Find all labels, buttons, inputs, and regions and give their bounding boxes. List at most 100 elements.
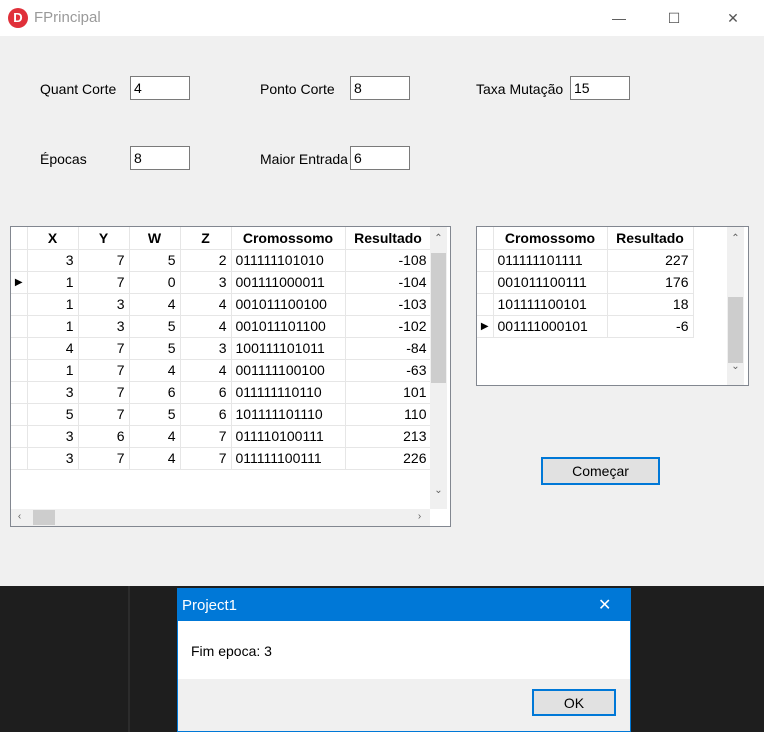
table-cell[interactable]: 001111000101 (493, 315, 608, 338)
table-cell[interactable]: -84 (345, 337, 432, 360)
table-cell[interactable]: 2 (180, 249, 232, 272)
table-cell[interactable]: 7 (78, 249, 130, 272)
quant-corte-input[interactable] (130, 76, 190, 100)
column-header[interactable]: Z (180, 227, 232, 250)
table-cell[interactable]: 7 (180, 447, 232, 470)
table-row[interactable]: 001011100111 176 (477, 271, 694, 294)
table-cell[interactable]: 100111101011 (231, 337, 346, 360)
table-row[interactable]: 1 3 4 4 001011100100 -103 (11, 293, 432, 316)
table-cell[interactable]: 4 (129, 293, 181, 316)
column-header[interactable]: Resultado (345, 227, 432, 250)
scroll-up-icon[interactable]: ⌃ (727, 233, 744, 244)
scroll-right-icon[interactable]: › (411, 511, 428, 522)
table-cell[interactable]: 3 (180, 271, 232, 294)
table-cell[interactable]: 001011101100 (231, 315, 346, 338)
table-cell[interactable]: 3 (27, 425, 79, 448)
table-cell[interactable]: 3 (27, 447, 79, 470)
table-cell[interactable]: 001011100100 (231, 293, 346, 316)
table-cell[interactable]: 1 (27, 293, 79, 316)
table-cell[interactable]: 3 (180, 337, 232, 360)
ok-button[interactable]: OK (532, 689, 616, 716)
table-cell[interactable]: 6 (180, 381, 232, 404)
table-cell[interactable]: 4 (129, 359, 181, 382)
column-header[interactable]: Resultado (607, 227, 694, 250)
table-cell[interactable]: 3 (27, 249, 79, 272)
table-cell[interactable]: 101111101110 (231, 403, 346, 426)
table-cell[interactable]: 4 (129, 447, 181, 470)
table-row[interactable]: ▶ 1 7 0 3 001111000011 -104 (11, 271, 432, 294)
table-cell[interactable]: 011111101111 (493, 249, 608, 272)
table-cell[interactable]: 3 (27, 381, 79, 404)
table-cell[interactable]: 011111101010 (231, 249, 346, 272)
table-cell[interactable]: 7 (78, 403, 130, 426)
maximize-button[interactable]: ☐ (651, 0, 697, 36)
dialog-close-icon[interactable]: ✕ (598, 595, 611, 615)
table-cell[interactable]: 001111100100 (231, 359, 346, 382)
table-row[interactable]: 3 7 4 7 011111100111 226 (11, 447, 432, 470)
horizontal-scrollbar[interactable]: ‹ › (11, 509, 430, 526)
table-row[interactable]: 5 7 5 6 101111101110 110 (11, 403, 432, 426)
population-grid[interactable]: X Y W Z Cromossomo Resultado 3 7 5 2 011111101010… (10, 226, 451, 527)
table-cell[interactable]: 5 (129, 337, 181, 360)
vertical-scrollbar[interactable]: ⌃ ⌄ (430, 227, 447, 509)
table-cell[interactable]: -104 (345, 271, 432, 294)
table-cell[interactable]: 5 (129, 315, 181, 338)
column-header[interactable]: X (27, 227, 79, 250)
epocas-input[interactable] (130, 146, 190, 170)
table-cell[interactable]: 0 (129, 271, 181, 294)
scroll-thumb[interactable] (728, 297, 743, 363)
table-cell[interactable]: 4 (180, 359, 232, 382)
minimize-button[interactable]: — (596, 0, 642, 36)
table-cell[interactable]: 176 (607, 271, 694, 294)
table-cell[interactable]: 1 (27, 315, 79, 338)
table-cell[interactable]: 5 (129, 249, 181, 272)
table-cell[interactable]: 5 (129, 403, 181, 426)
taxa-mutacao-input[interactable] (570, 76, 630, 100)
table-row[interactable]: ▶ 001111000101 -6 (477, 315, 694, 338)
table-row[interactable]: 1 7 4 4 001111100100 -63 (11, 359, 432, 382)
table-row[interactable]: 101111100101 18 (477, 293, 694, 316)
table-cell[interactable]: 227 (607, 249, 694, 272)
table-cell[interactable]: 7 (78, 447, 130, 470)
table-cell[interactable]: 213 (345, 425, 432, 448)
table-cell[interactable]: 001111000011 (231, 271, 346, 294)
table-cell[interactable]: 4 (27, 337, 79, 360)
table-row[interactable]: 1 3 5 4 001011101100 -102 (11, 315, 432, 338)
scroll-down-icon[interactable]: ⌄ (430, 485, 447, 496)
scroll-up-icon[interactable]: ⌃ (430, 233, 447, 244)
table-cell[interactable]: 7 (180, 425, 232, 448)
table-row[interactable]: 3 7 5 2 011111101010 -108 (11, 249, 432, 272)
close-button[interactable]: ✕ (710, 0, 756, 36)
table-cell[interactable]: 6 (78, 425, 130, 448)
scroll-thumb[interactable] (431, 253, 446, 383)
table-cell[interactable]: 5 (27, 403, 79, 426)
table-cell[interactable]: -102 (345, 315, 432, 338)
table-cell[interactable]: 6 (129, 381, 181, 404)
scroll-down-icon[interactable]: ⌄ (727, 361, 744, 372)
column-header[interactable]: W (129, 227, 181, 250)
maior-entrada-input[interactable] (350, 146, 410, 170)
table-cell[interactable]: 3 (78, 315, 130, 338)
table-cell[interactable]: 1 (27, 359, 79, 382)
table-cell[interactable]: 18 (607, 293, 694, 316)
ponto-corte-input[interactable] (350, 76, 410, 100)
table-cell[interactable]: 4 (129, 425, 181, 448)
table-cell[interactable]: 101111100101 (493, 293, 608, 316)
table-cell[interactable]: 101 (345, 381, 432, 404)
table-cell[interactable]: 1 (27, 271, 79, 294)
best-vertical-scrollbar[interactable]: ⌃ ⌄ (727, 227, 744, 385)
table-cell[interactable]: 4 (180, 315, 232, 338)
table-cell[interactable]: 110 (345, 403, 432, 426)
table-cell[interactable]: 7 (78, 359, 130, 382)
table-cell[interactable]: -103 (345, 293, 432, 316)
column-header[interactable]: Y (78, 227, 130, 250)
scroll-left-icon[interactable]: ‹ (11, 511, 28, 522)
table-row[interactable]: 3 7 6 6 011111110110 101 (11, 381, 432, 404)
table-cell[interactable]: 7 (78, 337, 130, 360)
table-cell[interactable]: 011110100111 (231, 425, 346, 448)
table-cell[interactable]: 011111110110 (231, 381, 346, 404)
table-cell[interactable]: -63 (345, 359, 432, 382)
table-cell[interactable]: 6 (180, 403, 232, 426)
column-header[interactable]: Cromossomo (231, 227, 346, 250)
table-cell[interactable]: 4 (180, 293, 232, 316)
